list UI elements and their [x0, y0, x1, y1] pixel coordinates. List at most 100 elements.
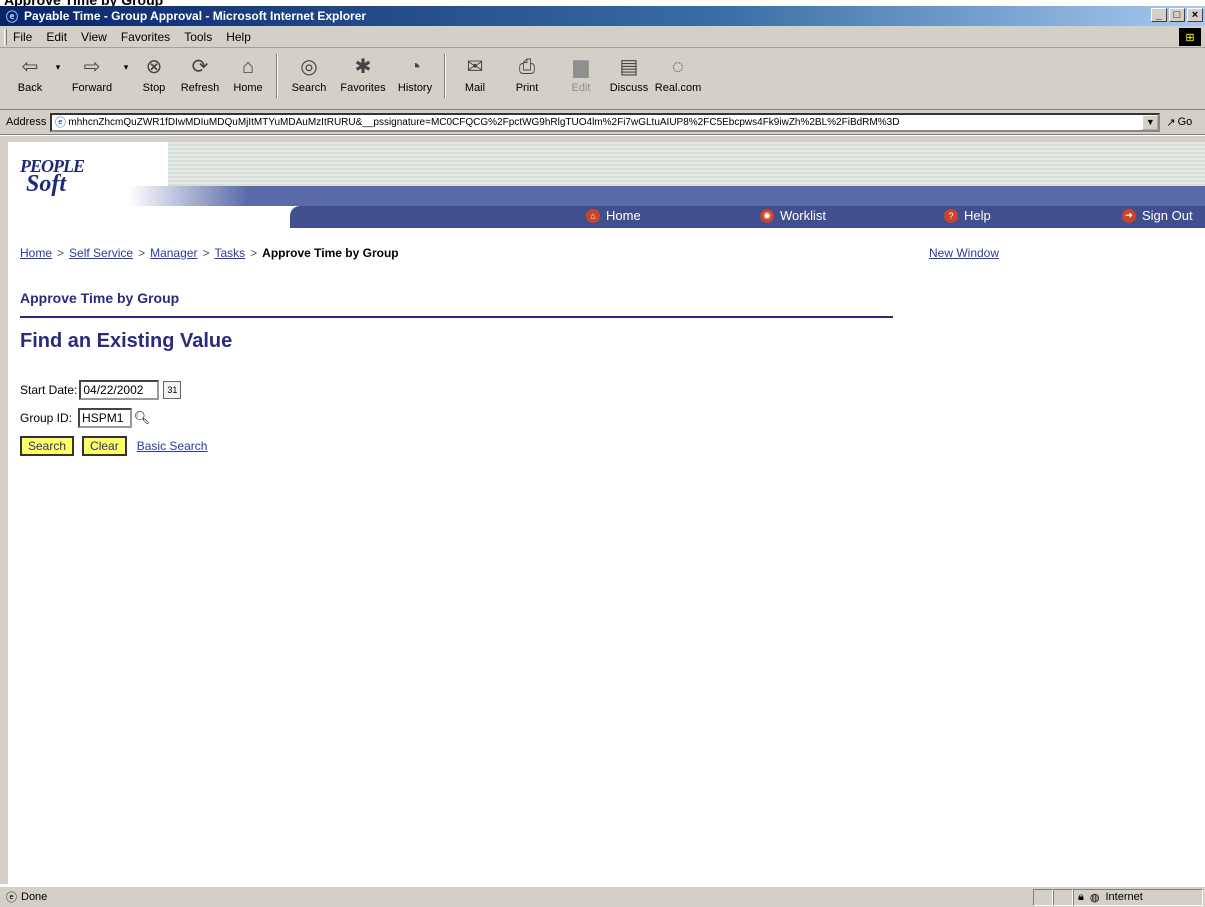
forward-label: Forward — [71, 82, 113, 94]
clear-button[interactable]: Clear — [82, 436, 127, 456]
favorites-button[interactable]: ✱ Favorites — [334, 48, 392, 106]
worklist-icon: ◉ — [760, 208, 774, 223]
page-content: PEOPLE Soft ⌂ Home ◉ Worklist ? Help ➔ S… — [0, 136, 1205, 884]
print-label: Print — [515, 82, 539, 94]
mail-icon: ✉ — [466, 56, 484, 78]
go-button[interactable]: ↗ Go — [1166, 116, 1192, 129]
breadcrumb-self-service[interactable]: Self Service — [69, 246, 133, 260]
breadcrumb-current: Approve Time by Group — [262, 246, 399, 260]
nav-help-link[interactable]: ? Help — [944, 208, 991, 223]
ie-page-icon: ⓔ — [6, 892, 17, 904]
menu-bar: File Edit View Favorites Tools Help ⊞ — [0, 26, 1205, 48]
mail-button[interactable]: ✉ Mail — [452, 48, 498, 106]
print-icon: ⎙ — [519, 56, 535, 78]
breadcrumb-home[interactable]: Home — [20, 246, 52, 260]
action-buttons-row: Search Clear Basic Search — [20, 436, 207, 456]
refresh-icon: ⟳ — [191, 56, 209, 78]
refresh-label: Refresh — [180, 82, 220, 94]
peoplesoft-banner: PEOPLE Soft ⌂ Home ◉ Worklist ? Help ➔ S… — [8, 142, 1205, 234]
page-heading: Find an Existing Value — [20, 330, 233, 352]
history-icon: ◔ — [408, 56, 422, 78]
history-button[interactable]: ◔ History — [392, 48, 438, 106]
nav-worklist-label: Worklist — [780, 208, 826, 223]
history-label: History — [397, 82, 433, 94]
go-label: Go — [1177, 116, 1193, 128]
menu-file[interactable]: File — [13, 30, 32, 44]
lookup-magnifier-icon[interactable]: 🔍︎ — [134, 409, 151, 427]
breadcrumb-manager[interactable]: Manager — [150, 246, 197, 260]
group-id-input[interactable]: HSPM1 — [78, 408, 133, 428]
home-icon: ⌂ — [586, 208, 600, 223]
ie-logo-icon: ⓔ — [5, 9, 18, 24]
breadcrumb-tasks[interactable]: Tasks — [214, 246, 245, 260]
realcom-button[interactable]: ◌ Real.com — [652, 48, 704, 106]
menu-view[interactable]: View — [81, 30, 107, 44]
start-date-label: Start Date: — [20, 383, 78, 397]
sign-out-icon: ➔ — [1122, 208, 1136, 223]
status-text-pane: ⓔ Done — [2, 889, 1033, 906]
discuss-icon: ▤ — [619, 56, 639, 78]
menu-help[interactable]: Help — [226, 30, 251, 44]
status-pane — [1033, 888, 1053, 906]
back-button[interactable]: ⇦ Back — [10, 48, 50, 106]
group-id-row: Group ID: HSPM1 🔍︎ — [20, 408, 150, 428]
home-button[interactable]: ⌂ Home — [226, 48, 270, 106]
mail-label: Mail — [464, 82, 486, 94]
security-zone-pane: 🔒︎ ◍ Internet — [1073, 888, 1203, 906]
discuss-label: Discuss — [609, 82, 649, 94]
edit-button: ▆ Edit — [556, 48, 606, 106]
maximize-button[interactable]: □ — [1169, 8, 1185, 22]
address-bar: Address ⓔ mhhcnZhcmQuZWR1fDIwMDIuMDQuMjI… — [0, 110, 1205, 135]
menu-edit[interactable]: Edit — [46, 30, 67, 44]
address-input[interactable]: ⓔ mhhcnZhcmQuZWR1fDIwMDIuMDQuMjItMTYuMDA… — [50, 112, 1161, 132]
start-date-input[interactable]: 04/22/2002 — [79, 380, 160, 400]
calendar-icon[interactable]: 31 — [163, 381, 182, 399]
status-text: Done — [21, 891, 48, 903]
breadcrumb-separator: > — [138, 246, 146, 260]
banner-stripes — [168, 142, 1205, 192]
forward-arrow-icon: ⇨ — [83, 56, 101, 78]
menu-favorites[interactable]: Favorites — [121, 30, 170, 44]
nav-signout-link[interactable]: ➔ Sign Out — [1122, 208, 1193, 223]
help-icon: ? — [944, 208, 958, 223]
close-button[interactable]: × — [1187, 8, 1203, 22]
windows-logo-icon: ⊞ — [1179, 28, 1201, 46]
basic-search-link[interactable]: Basic Search — [137, 439, 208, 453]
real-com-icon: ◌ — [672, 56, 684, 78]
breadcrumb: Home > Self Service > Manager > Tasks > Approve … — [20, 246, 399, 260]
forward-button[interactable]: ⇨ Forward — [66, 48, 118, 106]
breadcrumb-separator: > — [250, 246, 258, 260]
nav-home-label: Home — [606, 208, 641, 223]
status-bar: ⓔ Done 🔒︎ ◍ Internet — [0, 886, 1205, 907]
nav-signout-label: Sign Out — [1142, 208, 1193, 223]
edit-label: Edit — [571, 82, 591, 94]
search-submit-button[interactable]: Search — [20, 436, 75, 456]
nav-home-link[interactable]: ⌂ Home — [586, 208, 641, 223]
nav-worklist-link[interactable]: ◉ Worklist — [760, 208, 826, 223]
minimize-button[interactable]: _ — [1151, 8, 1167, 22]
page-icon: ⓔ — [54, 117, 66, 129]
new-window-link[interactable]: New Window — [929, 246, 999, 260]
menu-tools[interactable]: Tools — [184, 30, 212, 44]
forward-dropdown-icon[interactable]: ▾ — [118, 62, 134, 73]
edit-icon: ▆ — [573, 56, 589, 78]
toolbar-separator — [444, 54, 446, 98]
address-url: mhhcnZhcmQuZWR1fDIwMDIuMDQuMjItMTYuMDAuM… — [68, 116, 900, 128]
lock-icon: 🔒︎ — [1078, 890, 1084, 903]
start-date-row: Start Date: 04/22/2002 31 — [20, 380, 182, 400]
stop-icon: ⊗ — [145, 56, 163, 78]
address-dropdown-icon[interactable]: ▼ — [1142, 114, 1159, 130]
window-title: Payable Time - Group Approval - Microsof… — [24, 9, 367, 23]
stop-button[interactable]: ⊗ Stop — [134, 48, 174, 106]
group-id-label: Group ID: — [20, 411, 73, 425]
discuss-button[interactable]: ▤ Discuss — [606, 48, 652, 106]
home-label: Home — [233, 82, 263, 94]
back-dropdown-icon[interactable]: ▾ — [50, 62, 66, 73]
print-button[interactable]: ⎙ Print — [498, 48, 556, 106]
window-controls: _ □ × — [1151, 8, 1203, 22]
refresh-button[interactable]: ⟳ Refresh — [174, 48, 226, 106]
menu-grip — [4, 28, 7, 45]
address-label: Address — [6, 116, 47, 128]
status-pane — [1053, 888, 1073, 906]
search-button[interactable]: ◎ Search — [284, 48, 334, 106]
